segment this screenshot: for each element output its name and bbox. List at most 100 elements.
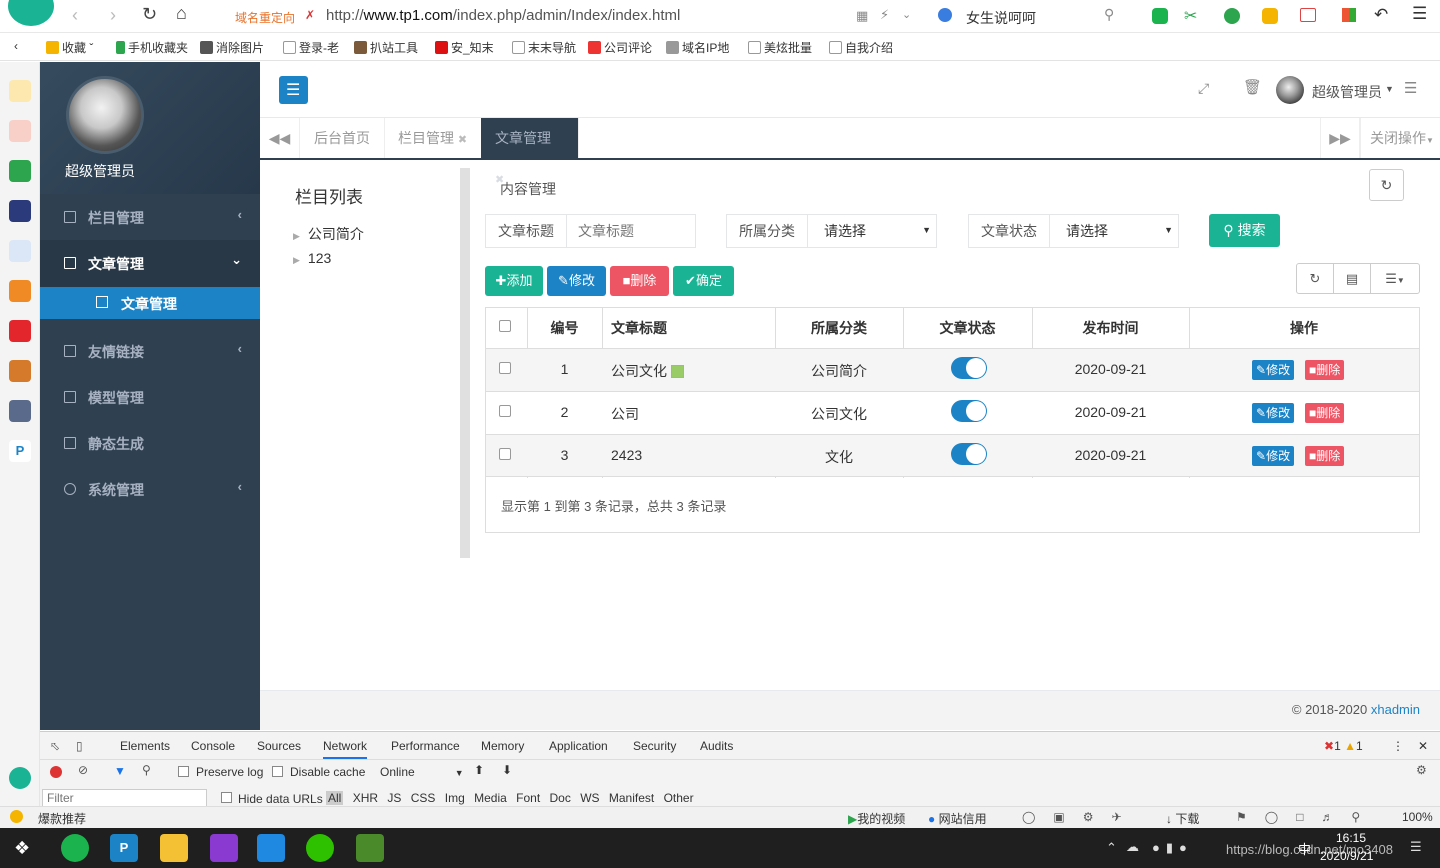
title-filter-input[interactable]	[568, 216, 693, 246]
type-filter-font[interactable]: Font	[516, 791, 540, 805]
edit-button[interactable]: ✎修改	[547, 266, 606, 296]
fullscreen-icon[interactable]: ⤢	[1198, 80, 1209, 97]
status-toggle[interactable]	[951, 443, 987, 465]
camtasia-icon[interactable]	[356, 834, 384, 862]
redbook-icon[interactable]	[9, 320, 31, 342]
back-icon[interactable]: ‹	[72, 5, 78, 26]
select-all-checkbox[interactable]	[499, 320, 511, 332]
sidebar-item-articles[interactable]: 文章管理 ⌄	[40, 240, 260, 287]
row-delete-button[interactable]: ■删除	[1305, 403, 1345, 423]
sidebar-toggle-icon[interactable]: ‹	[14, 39, 18, 53]
type-filter-manifest[interactable]: Manifest	[609, 791, 654, 805]
menu-icon[interactable]: ☰	[1412, 4, 1427, 24]
caret-down-icon[interactable]: ▼	[1385, 84, 1394, 94]
sidebar-subitem-articles[interactable]: 文章管理	[40, 287, 260, 319]
columns-dropdown-button[interactable]: ☰▼	[1370, 263, 1420, 294]
clear-icon[interactable]: ⊘	[78, 763, 88, 777]
row-delete-button[interactable]: ■删除	[1305, 446, 1345, 466]
devtools-tab-memory[interactable]: Memory	[481, 739, 524, 753]
type-filter-media[interactable]: Media	[474, 791, 507, 805]
type-filter-xhr[interactable]: XHR	[353, 791, 378, 805]
file-explorer-icon[interactable]	[160, 834, 188, 862]
type-filter-other[interactable]: Other	[664, 791, 694, 805]
preserve-log-checkbox[interactable]	[178, 766, 189, 777]
video-link[interactable]: ▶我的视频	[848, 810, 905, 827]
site-credit-link[interactable]: ● 网站信用	[928, 810, 987, 827]
wechat-icon[interactable]	[306, 834, 334, 862]
tray-expand-icon[interactable]: ⌃	[1106, 840, 1117, 856]
p-app-taskbar-icon[interactable]: P	[110, 834, 138, 862]
avatar[interactable]	[66, 76, 144, 154]
scissors-icon[interactable]: ✂	[1184, 6, 1197, 26]
type-filter-css[interactable]: CSS	[411, 791, 436, 805]
notification-icon[interactable]: ☰	[1410, 839, 1422, 855]
novel-icon[interactable]	[9, 280, 31, 302]
tree-splitter[interactable]	[460, 168, 470, 558]
row-edit-button[interactable]: ✎修改	[1252, 403, 1295, 423]
row-edit-button[interactable]: ✎修改	[1252, 360, 1295, 380]
zoom-level[interactable]: 100%	[1402, 810, 1433, 824]
bookmark-favorites[interactable]: 收藏 ˇ	[46, 39, 93, 56]
search-icon[interactable]: ⚲	[142, 763, 151, 777]
undo-icon[interactable]: ↶	[1374, 5, 1388, 25]
tree-node[interactable]: ▶ 公司简介	[293, 224, 364, 244]
status-extra-icons[interactable]: ⚑◯□♬⚲	[1236, 810, 1378, 824]
row-edit-button[interactable]: ✎修改	[1252, 446, 1295, 466]
type-filter-ws[interactable]: WS	[580, 791, 599, 805]
bookmark-scraper[interactable]: 扒站工具	[354, 39, 418, 56]
caret-right-icon[interactable]: ▶	[293, 255, 300, 265]
browser-logo-icon[interactable]	[8, 0, 54, 26]
header-avatar[interactable]	[1276, 76, 1304, 104]
devtools-tab-security[interactable]: Security	[633, 739, 676, 753]
column-header-status[interactable]: 文章状态	[903, 308, 1032, 349]
add-button[interactable]: ✚添加	[485, 266, 543, 296]
devtools-tab-application[interactable]: Application	[549, 739, 608, 753]
image-tool-icon[interactable]	[1300, 8, 1316, 22]
table-row[interactable]: 1 公司文化 公司简介 2020-09-21 ✎修改 ■删除	[486, 348, 1419, 391]
search-button[interactable]: ⚲ 搜索	[1209, 214, 1280, 247]
clock-date[interactable]: 2020/9/21	[1320, 849, 1373, 863]
filter-icon[interactable]: ▼	[114, 764, 126, 778]
settings-gear-icon[interactable]: ⚙	[1416, 763, 1427, 777]
sidebar-item-models[interactable]: 模型管理	[40, 374, 260, 420]
error-count-badge[interactable]: ✖1 ▲1	[1324, 739, 1363, 753]
devtools-tab-network[interactable]: Network	[323, 739, 368, 759]
inspect-icon[interactable]: ⬁	[50, 739, 60, 753]
device-toggle-icon[interactable]: ▯	[76, 739, 83, 753]
tray-icons[interactable]: ●▮●	[1152, 840, 1193, 856]
column-header-id[interactable]: 编号	[527, 308, 602, 349]
more-options-icon[interactable]: ⋮	[1392, 739, 1404, 753]
status-toggle[interactable]	[951, 400, 987, 422]
type-filter-doc[interactable]: Doc	[550, 791, 571, 805]
vscode-icon[interactable]	[257, 834, 285, 862]
tree-node[interactable]: ▶ 123	[293, 250, 331, 266]
bookmark-domain-ip[interactable]: 域名IP地	[666, 39, 729, 56]
column-header-category[interactable]: 所属分类	[775, 308, 903, 349]
type-filter-js[interactable]: JS	[387, 791, 401, 805]
sidebar-item-static[interactable]: 静态生成	[40, 420, 260, 466]
lightning-icon[interactable]: ⚡	[880, 7, 889, 23]
download-link[interactable]: ↓ 下载	[1166, 810, 1199, 827]
bookmark-login[interactable]: 登录-老	[283, 39, 339, 56]
favorites-star-icon[interactable]	[9, 80, 31, 102]
table-refresh-button[interactable]: ↻	[1296, 263, 1334, 294]
column-header-title[interactable]: 文章标题	[611, 308, 667, 349]
table-row[interactable]: 3 2423 文化 2020-09-21 ✎修改 ■删除	[486, 434, 1419, 477]
grid-icon[interactable]: ▦	[856, 8, 868, 24]
ime-indicator[interactable]: 中	[1298, 839, 1311, 858]
network-filter-input[interactable]	[42, 789, 207, 807]
image-thumb-icon[interactable]	[670, 365, 684, 378]
import-har-icon[interactable]: ⬆	[474, 763, 484, 777]
extension-green-icon[interactable]	[1152, 8, 1168, 24]
home-icon[interactable]: ⌂	[176, 3, 187, 24]
type-filter-all[interactable]: All	[326, 791, 344, 805]
weibo-icon[interactable]	[9, 120, 31, 142]
devtools-tab-performance[interactable]: Performance	[391, 739, 460, 753]
coupon-icon[interactable]	[1262, 8, 1278, 24]
toggle-view-button[interactable]: ▤	[1333, 263, 1371, 294]
close-operations-dropdown[interactable]: 关闭操作▼	[1360, 118, 1440, 158]
news-icon[interactable]	[9, 200, 31, 222]
confirm-button[interactable]: ✔确定	[673, 266, 734, 296]
menu-toggle-button[interactable]: ☰	[279, 76, 308, 104]
hide-data-urls-checkbox[interactable]	[221, 792, 232, 803]
